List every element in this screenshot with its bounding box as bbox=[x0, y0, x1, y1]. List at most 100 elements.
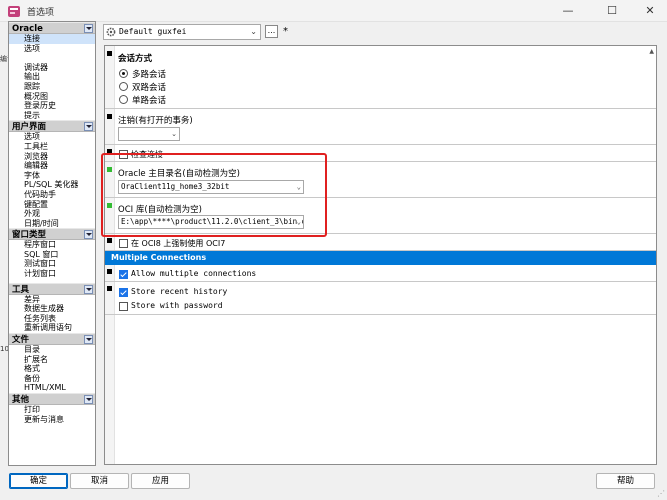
category-item-backup[interactable]: 备份 bbox=[9, 374, 95, 384]
resize-grip-icon[interactable]: ⋰ bbox=[657, 489, 665, 498]
store-with-password-label[interactable]: Store with password bbox=[131, 301, 223, 310]
category-header-user-interface[interactable]: 用户界面 bbox=[9, 120, 95, 133]
oracle-home-select[interactable]: OraClient11g_home3_32bit ⌄ bbox=[118, 180, 304, 194]
category-header-files[interactable]: 文件 bbox=[9, 333, 95, 346]
collapse-icon[interactable] bbox=[84, 284, 93, 294]
gear-icon bbox=[106, 27, 116, 37]
category-item-hidden[interactable] bbox=[9, 53, 95, 63]
category-item-profiler[interactable]: 概况图 bbox=[9, 92, 95, 102]
category-item-test-window[interactable]: 测试窗口 bbox=[9, 259, 95, 269]
logoff-section: 注销(有打开的事务) ⌄ bbox=[105, 109, 656, 145]
collapse-icon[interactable] bbox=[84, 24, 93, 33]
radio-single-session-label[interactable]: 单路会话 bbox=[132, 94, 166, 106]
session-mode-title: 会话方式 bbox=[118, 54, 153, 64]
check-connection-checkbox[interactable] bbox=[119, 150, 128, 159]
section-marker bbox=[107, 203, 112, 208]
category-item-task-list[interactable]: 任务列表 bbox=[9, 314, 95, 324]
category-header-label: 窗口类型 bbox=[12, 230, 47, 241]
category-item-ui-options[interactable]: 选项 bbox=[9, 132, 95, 142]
radio-dual-session-label[interactable]: 双路会话 bbox=[132, 81, 166, 93]
allow-multiple-connections-label[interactable]: Allow multiple connections bbox=[131, 269, 256, 278]
radio-multi-session-label[interactable]: 多路会话 bbox=[132, 68, 166, 80]
history-section: Store recent history Store with password bbox=[105, 282, 656, 315]
modified-mark: * bbox=[283, 26, 288, 37]
preference-set-select[interactable]: Default guxfei ⌄ bbox=[103, 24, 261, 40]
allow-multiple-connections-checkbox[interactable] bbox=[119, 270, 128, 279]
options-panel: ▲ 会话方式 多路会话 双路会话 单路会话 注销(有打开的事务) ⌄ 检查连接 … bbox=[104, 45, 657, 465]
category-header-other[interactable]: 其他 bbox=[9, 393, 95, 405]
category-item-printing[interactable]: 打印 bbox=[9, 405, 95, 415]
category-item-trace[interactable]: 跟踪 bbox=[9, 82, 95, 92]
help-button[interactable]: 帮助 bbox=[596, 473, 655, 489]
section-marker bbox=[107, 286, 112, 291]
collapse-icon[interactable] bbox=[84, 122, 93, 132]
title-bar: 首选项 — ☐ ✕ bbox=[0, 0, 667, 22]
store-recent-history-label[interactable]: Store recent history bbox=[131, 287, 227, 296]
window-title: 首选项 bbox=[27, 8, 55, 18]
oci-library-select[interactable]: E:\app\****\product\11.2.0\client_3\bin\… bbox=[118, 215, 304, 229]
category-item-format[interactable]: 格式 bbox=[9, 364, 95, 374]
collapse-icon[interactable] bbox=[84, 335, 93, 345]
oracle-home-value: OraClient11g_home3_32bit bbox=[121, 182, 230, 191]
oci8-force-oci7-label[interactable]: 在 OCI8 上强制使用 OCI7 bbox=[131, 238, 225, 249]
collapse-icon[interactable] bbox=[84, 395, 93, 404]
radio-dual-session[interactable] bbox=[119, 82, 128, 91]
category-item-recall-statement[interactable]: 重新调用语句 bbox=[9, 323, 95, 333]
category-panel: Oracle 连接 选项 调试器 输出 跟踪 概况图 登录历史 提示 用户界面 … bbox=[8, 21, 96, 466]
close-button[interactable]: ✕ bbox=[630, 0, 667, 22]
category-item-code-assistant[interactable]: 代码助手 bbox=[9, 190, 95, 200]
section-marker bbox=[107, 114, 112, 119]
category-item-html-xml[interactable]: HTML/XML bbox=[9, 383, 95, 393]
logoff-title: 注销(有打开的事务) bbox=[118, 116, 193, 126]
category-item-debugger[interactable]: 调试器 bbox=[9, 63, 95, 73]
category-item-hints[interactable]: 提示 bbox=[9, 111, 95, 121]
minimize-button[interactable]: — bbox=[548, 0, 588, 22]
preference-set-value: Default guxfei bbox=[119, 27, 187, 36]
category-item-key-config[interactable]: 键配置 bbox=[9, 200, 95, 210]
category-item-appearance[interactable]: 外观 bbox=[9, 209, 95, 219]
category-item-options[interactable]: 选项 bbox=[9, 44, 95, 54]
category-item-plan-window[interactable]: 计划窗口 bbox=[9, 269, 95, 279]
category-header-label: Oracle bbox=[12, 24, 43, 34]
category-item-output[interactable]: 输出 bbox=[9, 72, 95, 82]
chevron-down-icon: ⌄ bbox=[296, 181, 301, 193]
category-item-beautifier[interactable]: PL/SQL 美化器 bbox=[9, 180, 95, 190]
logoff-select[interactable]: ⌄ bbox=[118, 127, 180, 141]
radio-single-session[interactable] bbox=[119, 95, 128, 104]
more-button[interactable]: ... bbox=[265, 25, 278, 38]
oci8-force-oci7-checkbox[interactable] bbox=[119, 239, 128, 248]
category-header-oracle[interactable]: Oracle bbox=[9, 22, 95, 34]
session-mode-section: 会话方式 多路会话 双路会话 单路会话 bbox=[105, 46, 656, 109]
collapse-icon[interactable] bbox=[84, 230, 93, 240]
check-connection-label[interactable]: 检查连接 bbox=[131, 149, 163, 160]
category-item-connection[interactable]: 连接 bbox=[9, 34, 95, 44]
category-header-tools[interactable]: 工具 bbox=[9, 282, 95, 295]
oci8-section: 在 OCI8 上强制使用 OCI7 bbox=[105, 234, 656, 251]
radio-multi-session[interactable] bbox=[119, 69, 128, 78]
category-item-fonts[interactable]: 字体 bbox=[9, 171, 95, 181]
category-item-directories[interactable]: 目录 bbox=[9, 345, 95, 355]
category-item-logon-history[interactable]: 登录历史 bbox=[9, 101, 95, 111]
section-marker bbox=[107, 149, 112, 154]
maximize-button[interactable]: ☐ bbox=[592, 0, 632, 22]
ok-button[interactable]: 确定 bbox=[9, 473, 68, 489]
apply-button[interactable]: 应用 bbox=[131, 473, 190, 489]
store-with-password-checkbox[interactable] bbox=[119, 302, 128, 311]
category-item-data-generator[interactable]: 数据生成器 bbox=[9, 304, 95, 314]
category-item-updates[interactable]: 更新与消息 bbox=[9, 415, 95, 425]
category-header-window-types[interactable]: 窗口类型 bbox=[9, 228, 95, 241]
multiple-connections-header: Multiple Connections bbox=[105, 251, 656, 265]
store-recent-history-checkbox[interactable] bbox=[119, 288, 128, 297]
category-item-editor[interactable]: 编辑器 bbox=[9, 161, 95, 171]
category-item-toolbar[interactable]: 工具栏 bbox=[9, 142, 95, 152]
category-item-extensions[interactable]: 扩展名 bbox=[9, 355, 95, 365]
chevron-down-icon: ⌄ bbox=[296, 216, 301, 228]
cancel-button[interactable]: 取消 bbox=[70, 473, 129, 489]
category-item-program-window[interactable]: 程序窗口 bbox=[9, 240, 95, 250]
app-icon bbox=[8, 6, 20, 17]
allow-multiple-section: Allow multiple connections bbox=[105, 265, 656, 282]
category-item-differences[interactable]: 差异 bbox=[9, 295, 95, 305]
check-connection-section: 检查连接 bbox=[105, 145, 656, 162]
category-item-browser[interactable]: 浏览器 bbox=[9, 152, 95, 162]
category-item-datetime[interactable]: 日期/时间 bbox=[9, 219, 95, 229]
